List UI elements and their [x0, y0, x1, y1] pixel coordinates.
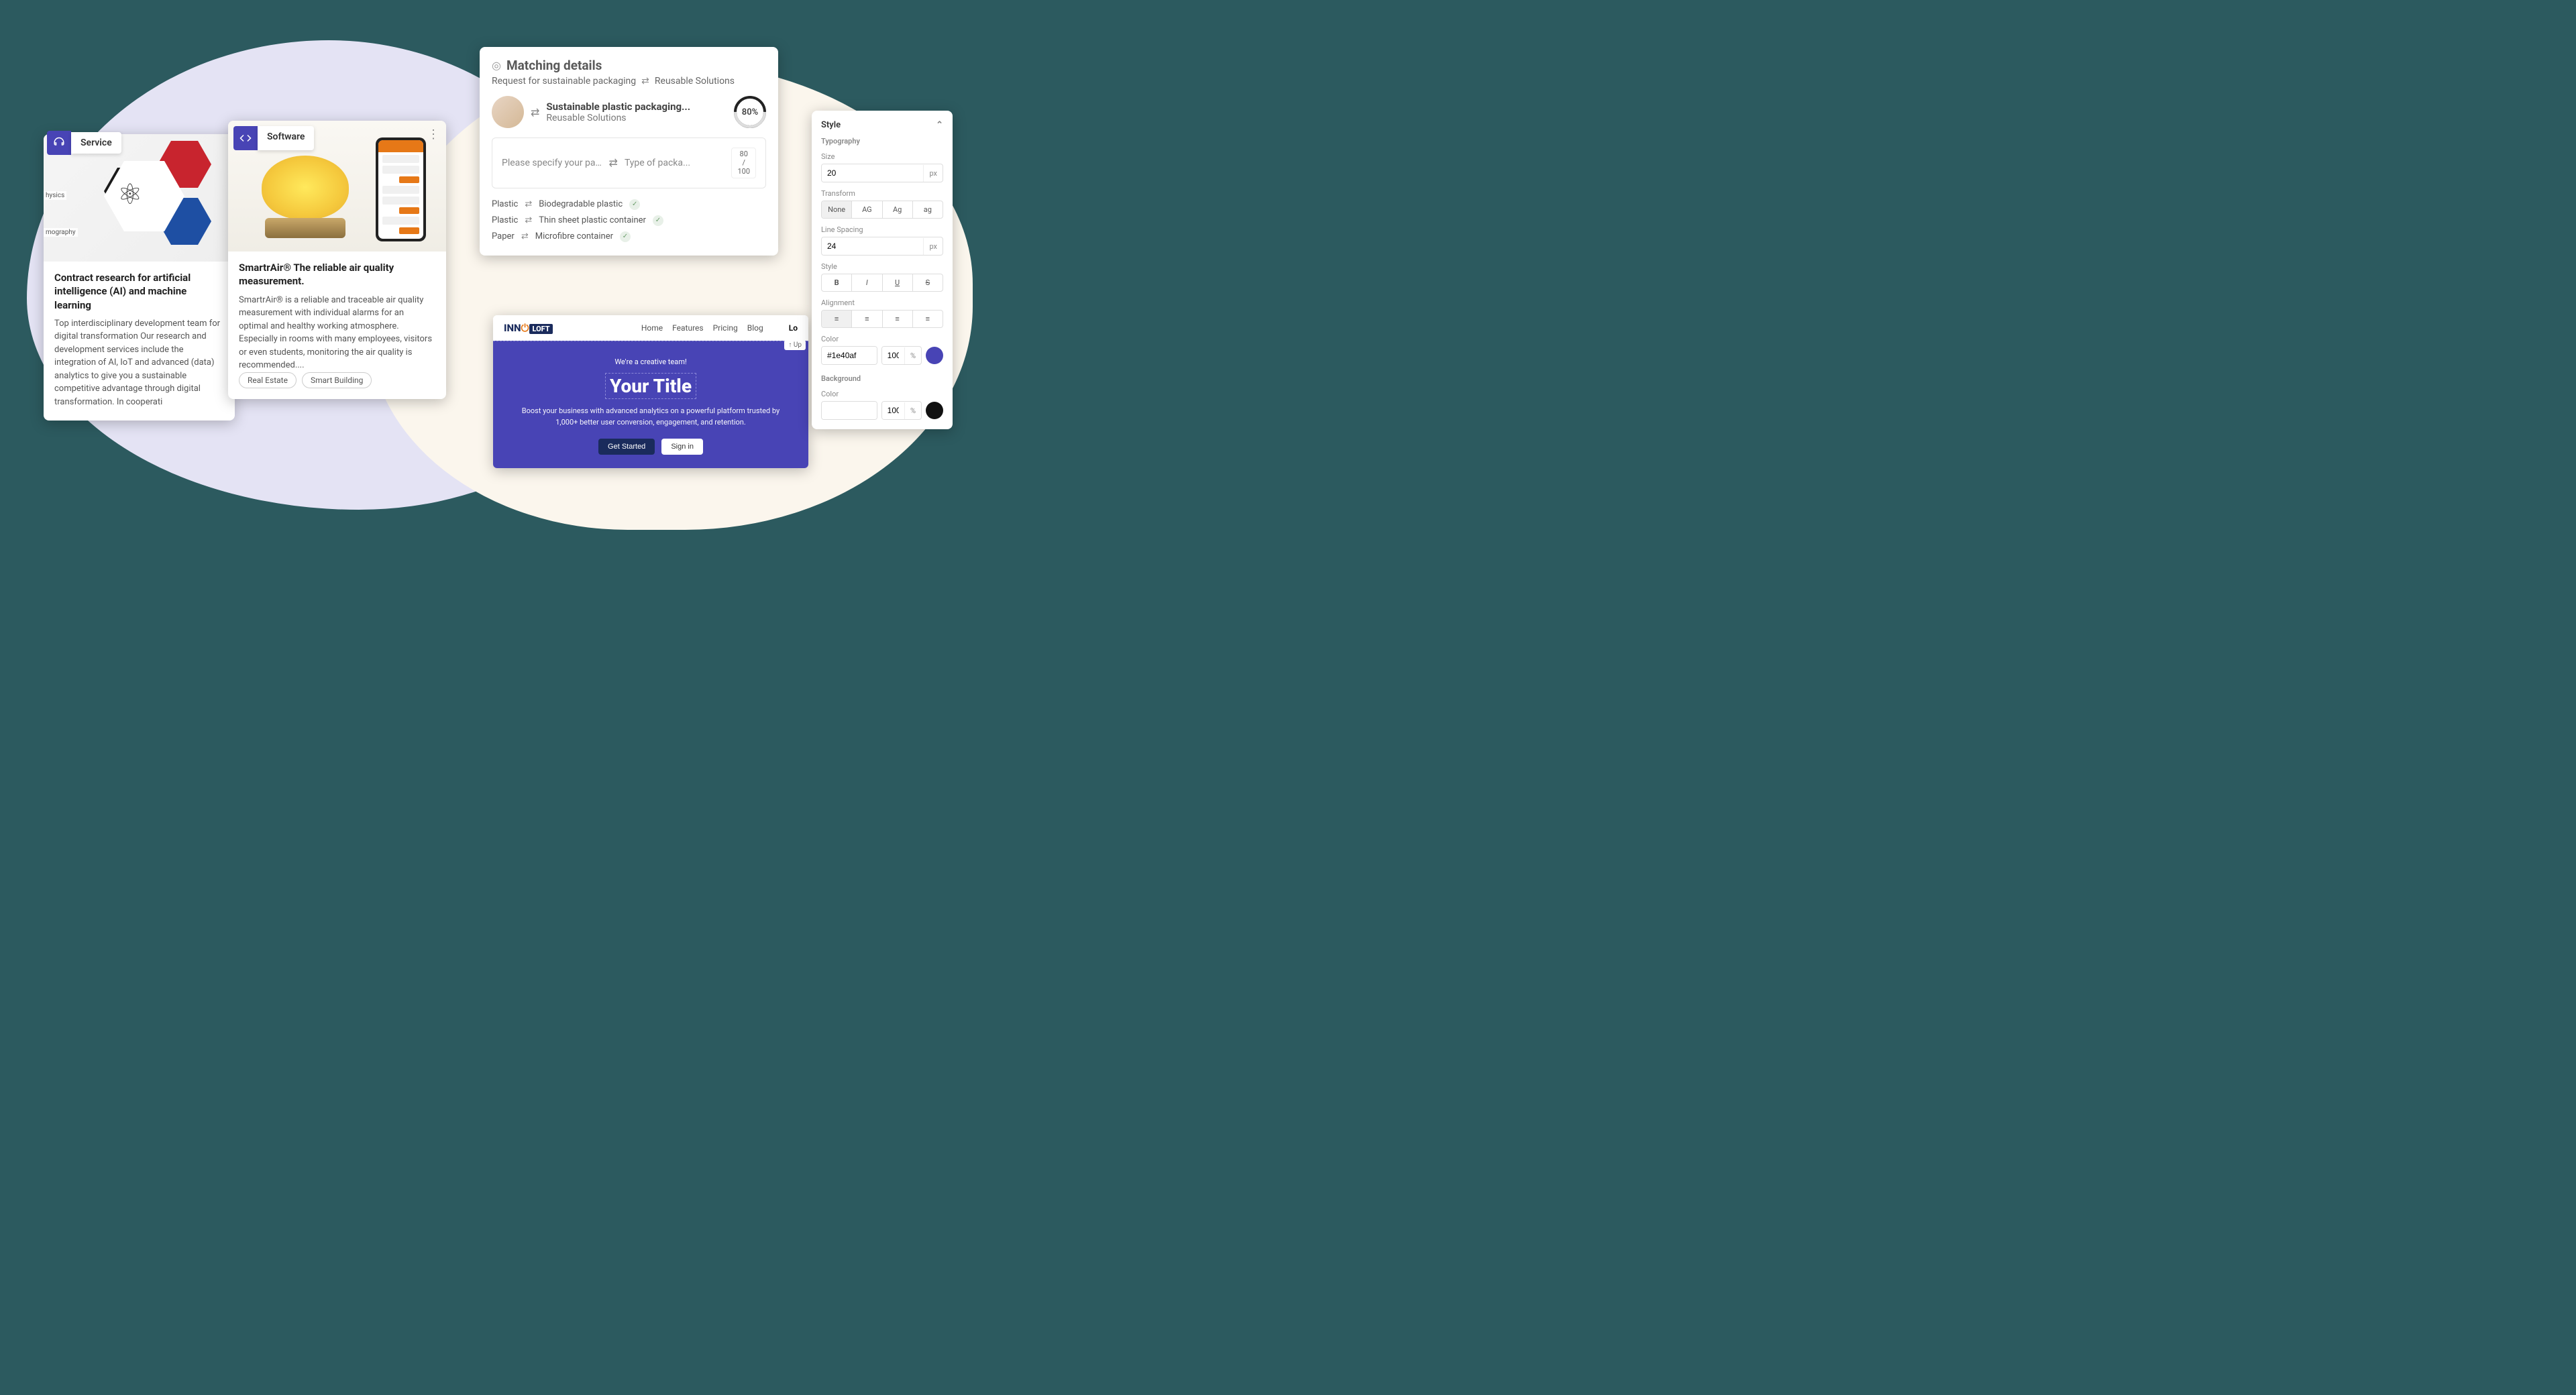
hero-tag: We're a creative team! [513, 357, 788, 366]
chevron-up-icon[interactable]: ⌃ [936, 120, 943, 130]
color-swatch[interactable] [926, 347, 943, 364]
tag-real-estate[interactable]: Real Estate [239, 372, 297, 388]
builder-preview: INN⏻LOFT Home Features Pricing Blog Lo ↑… [493, 315, 808, 468]
underline-button[interactable]: U [882, 274, 912, 291]
nav-home[interactable]: Home [641, 323, 663, 333]
style-label: Style [821, 262, 943, 271]
match-avatar [492, 96, 524, 128]
transform-none[interactable]: None [822, 201, 851, 218]
match-line-2: Plastic ⇄ Thin sheet plastic container ✓ [492, 213, 766, 229]
color-opacity-input[interactable]: % [881, 346, 922, 365]
match-item-company: Reusable Solutions [546, 113, 727, 123]
align-label: Alignment [821, 298, 943, 307]
bg-swatch[interactable] [926, 402, 943, 419]
check-icon: ✓ [629, 199, 640, 210]
swap-icon: ⇄ [609, 156, 618, 169]
sign-in-button[interactable]: Sign in [661, 439, 703, 455]
transform-lower[interactable]: ag [912, 201, 943, 218]
headset-icon [47, 131, 71, 155]
align-right-button[interactable]: ≡ [882, 311, 912, 327]
match-line-1: Plastic ⇄ Biodegradable plastic ✓ [492, 197, 766, 213]
check-icon: ✓ [653, 215, 663, 226]
align-group: ≡ ≡ ≡ ≡ [821, 310, 943, 328]
software-badge: Software [233, 126, 314, 150]
swap-icon: ⇄ [525, 199, 532, 209]
strike-button[interactable]: S [912, 274, 943, 291]
software-card[interactable]: Software ⋮ SmartrAir® The reliable air q… [228, 121, 446, 399]
service-desc: Top interdisciplinary development team f… [54, 317, 224, 409]
size-label: Size [821, 152, 943, 161]
service-title: Contract research for artificial intelli… [54, 271, 224, 312]
bold-button[interactable]: B [822, 274, 851, 291]
matching-card: ◎ Matching details Request for sustainab… [480, 47, 778, 256]
match-sub-right: Reusable Solutions [655, 76, 735, 87]
bg-opacity-input[interactable]: % [881, 401, 922, 420]
color-hex-input[interactable] [821, 346, 877, 365]
service-badge: Service [47, 131, 121, 155]
align-justify-button[interactable]: ≡ [912, 311, 943, 327]
service-card[interactable]: ⚛ hysics mography Service Contract resea… [44, 134, 235, 421]
software-title: SmartrAir® The reliable air quality meas… [239, 261, 435, 288]
atom-icon: ⚛ [117, 178, 143, 211]
typography-label: Typography [821, 137, 943, 146]
italic-button[interactable]: I [851, 274, 881, 291]
transform-upper[interactable]: AG [851, 201, 881, 218]
bg-color-input[interactable] [821, 401, 877, 420]
up-indicator[interactable]: ↑ Up [784, 340, 806, 350]
specify-box[interactable]: Please specify your pa... ⇄ Type of pack… [492, 137, 766, 188]
matching-title: Matching details [506, 58, 602, 73]
style-group: B I U S [821, 274, 943, 292]
color-label: Color [821, 335, 943, 343]
nav-blog[interactable]: Blog [747, 323, 763, 333]
transform-label: Transform [821, 189, 943, 198]
size-input[interactable]: px [821, 164, 943, 182]
background-label: Background [821, 374, 943, 383]
nav-pricing[interactable]: Pricing [713, 323, 738, 333]
transform-title[interactable]: Ag [882, 201, 912, 218]
align-center-button[interactable]: ≡ [851, 311, 881, 327]
swap-icon: ⇄ [641, 76, 649, 87]
score-box: 80 / 100 [731, 148, 756, 178]
match-line-3: Paper ⇄ Microfibre container ✓ [492, 229, 766, 245]
match-item-name: Sustainable plastic packaging... [546, 101, 727, 113]
match-sub-left: Request for sustainable packaging [492, 76, 636, 87]
software-tags: Real Estate Smart Building [228, 372, 446, 399]
bg-color-label: Color [821, 390, 943, 398]
swap-icon: ⇄ [521, 231, 529, 241]
line-spacing-label: Line Spacing [821, 225, 943, 234]
hero-title[interactable]: Your Title [605, 373, 696, 399]
swap-icon: ⇄ [525, 215, 532, 225]
phone-mockup [376, 137, 426, 241]
get-started-button[interactable]: Get Started [598, 439, 655, 455]
transform-group: None AG Ag ag [821, 201, 943, 219]
code-icon [233, 126, 258, 150]
match-percent-ring: 80% [734, 96, 766, 128]
target-icon: ◎ [492, 59, 501, 72]
check-icon: ✓ [620, 231, 631, 242]
tag-smart-building[interactable]: Smart Building [302, 372, 372, 388]
nav-features[interactable]: Features [672, 323, 703, 333]
nav-login[interactable]: Lo [789, 323, 798, 333]
swap-icon: ⇄ [531, 106, 539, 119]
panel-title: Style [821, 120, 841, 130]
builder-header: INN⏻LOFT Home Features Pricing Blog Lo [493, 315, 808, 341]
logo[interactable]: INN⏻LOFT [504, 322, 553, 334]
hero-desc: Boost your business with advanced analyt… [513, 406, 788, 428]
more-icon[interactable]: ⋮ [427, 127, 439, 142]
software-desc: SmartrAir® is a reliable and traceable a… [239, 294, 435, 372]
hero-section[interactable]: We're a creative team! Your Title Boost … [493, 341, 808, 468]
style-panel: Style ⌃ Typography Size px Transform Non… [812, 111, 953, 429]
align-left-button[interactable]: ≡ [822, 311, 851, 327]
line-spacing-input[interactable]: px [821, 237, 943, 256]
